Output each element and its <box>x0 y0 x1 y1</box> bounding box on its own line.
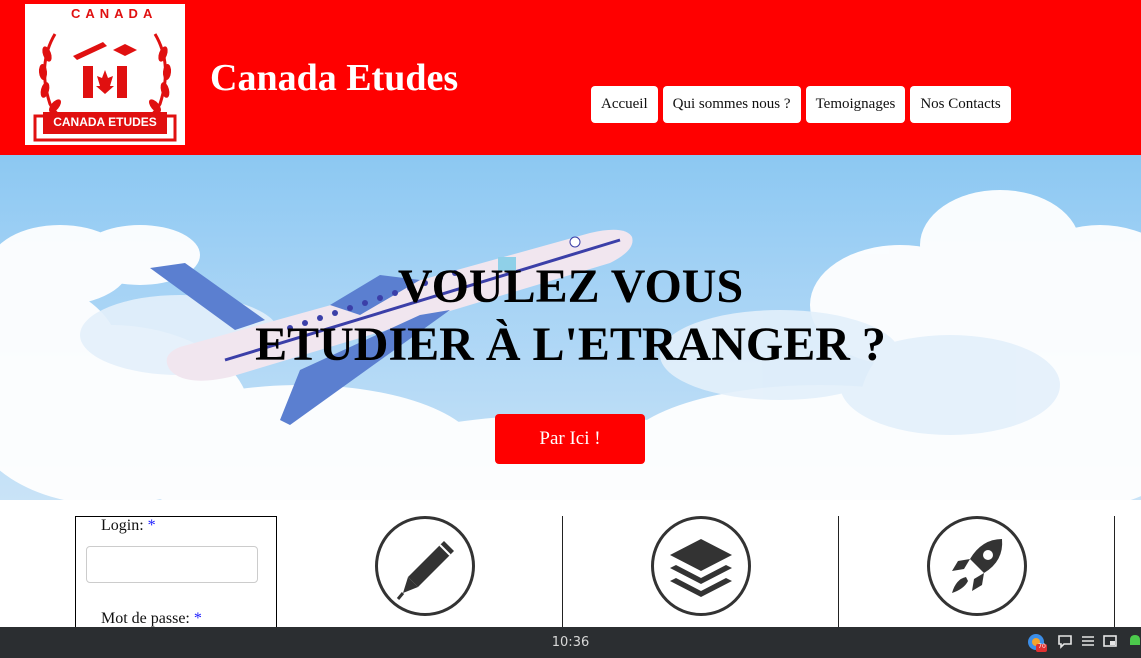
nav-nos-contacts[interactable]: Nos Contacts <box>910 86 1011 123</box>
pen-icon <box>375 516 475 616</box>
rocket-icon <box>927 516 1027 616</box>
site-title[interactable]: Canada Etudes <box>210 56 458 100</box>
column-divider <box>838 516 839 628</box>
site-logo[interactable]: CANADA CANADA ETUDES <box>25 4 185 145</box>
site-header: CANADA CANADA ETUDES Canada Etudes Accue… <box>0 0 1141 155</box>
column-divider <box>562 516 563 628</box>
nav-temoignages[interactable]: Temoignages <box>805 86 906 123</box>
column-divider <box>1114 516 1115 628</box>
chat-icon[interactable] <box>1058 633 1072 651</box>
par-ici-button[interactable]: Par Ici ! <box>495 414 645 464</box>
password-label-text: Mot de passe: <box>101 610 190 627</box>
layers-icon <box>651 516 751 616</box>
logo-arc-text: CANADA <box>71 6 158 21</box>
taskbar-clock[interactable]: 10:36 <box>0 635 1141 650</box>
login-label-text: Login: <box>101 517 144 534</box>
login-label: Login: * <box>101 517 156 535</box>
required-mark: * <box>193 610 202 627</box>
hero-headline: VOULEZ VOUS ETUDIER À L'ETRANGER ? <box>0 258 1141 374</box>
hero-headline-line2: ETUDIER À L'ETRANGER ? <box>255 318 886 371</box>
hero-headline-line1: VOULEZ VOUS <box>397 260 744 313</box>
menu-icon[interactable] <box>1081 633 1095 651</box>
browser-icon[interactable]: 70 <box>1027 633 1047 652</box>
hero-banner: VOULEZ VOUS ETUDIER À L'ETRANGER ? Par I… <box>0 155 1141 500</box>
required-mark: * <box>147 517 156 534</box>
login-input[interactable] <box>86 546 258 583</box>
nav-qui-sommes-nous[interactable]: Qui sommes nous ? <box>662 86 801 123</box>
system-taskbar: 10:36 70 <box>0 627 1141 658</box>
window-icon[interactable] <box>1103 633 1117 651</box>
browser-badge: 70 <box>1038 643 1046 650</box>
notification-bell-icon[interactable] <box>1127 633 1141 651</box>
main-nav: Accueil Qui sommes nous ? Temoignages No… <box>591 86 1011 123</box>
password-label: Mot de passe: * <box>101 610 202 628</box>
nav-accueil[interactable]: Accueil <box>591 86 658 123</box>
logo-banner-text: CANADA ETUDES <box>53 115 157 129</box>
